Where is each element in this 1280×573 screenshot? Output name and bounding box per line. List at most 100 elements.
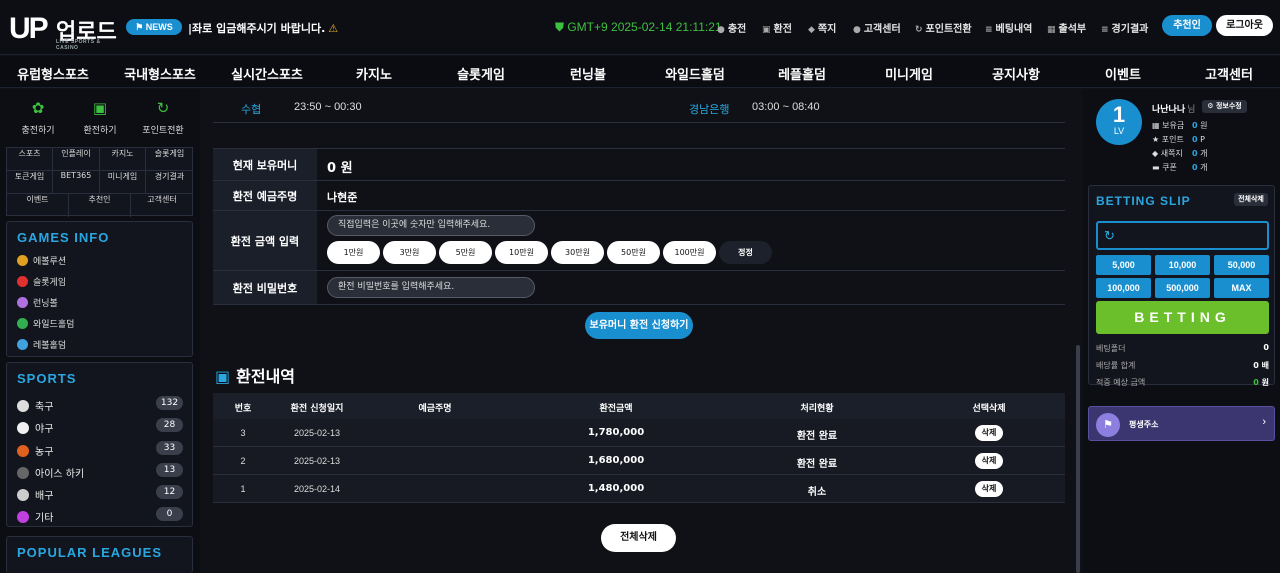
quick-deposit[interactable]: ✿ 충전하기 — [8, 99, 68, 136]
stat-coupon[interactable]: ▬ 쿠폰 0 개 — [1152, 162, 1208, 173]
password-input[interactable]: 환전 비밀번호를 입력해주세요. — [327, 277, 535, 298]
recommend-button[interactable]: 추천인 — [1162, 15, 1212, 36]
sport-baseball[interactable]: 야구 28 — [17, 418, 183, 435]
depositor-label: 환전 예금주명 — [213, 181, 317, 210]
top-menu-support[interactable]: ● 고객센터 — [853, 20, 901, 35]
chip-10000[interactable]: 10,000 — [1155, 255, 1210, 275]
bank-time-1: 23:50 ~ 00:30 — [294, 101, 362, 113]
sport-basketball[interactable]: 농구 33 — [17, 441, 183, 458]
apply-withdraw-button[interactable]: 보유머니 환전 신청하기 — [585, 312, 693, 339]
chip-100000[interactable]: 100,000 — [1096, 278, 1151, 298]
sport-soccer[interactable]: 축구 132 — [17, 396, 183, 413]
password-label: 환전 비밀번호 — [213, 271, 317, 304]
quick-point[interactable]: ↻ 포인트전환 — [133, 99, 193, 136]
deposit-icon: ● — [717, 25, 725, 35]
chip-5000[interactable]: 5,000 — [1096, 255, 1151, 275]
slip-line-value: 0 — [1253, 378, 1259, 387]
edit-info-button[interactable]: ⚙ 정보수정 — [1202, 100, 1247, 113]
grid-inplay[interactable]: 인플레이 — [53, 148, 100, 171]
top-menu-attendance[interactable]: ▦ 출석부 — [1047, 20, 1086, 35]
nav-reffle-holdem[interactable]: 레플홀덤 — [778, 64, 826, 83]
etc-icon — [17, 511, 29, 523]
row-delete-button[interactable]: 삭제 — [975, 453, 1003, 469]
amount-reset-button[interactable]: 정정 — [719, 241, 772, 264]
game-wild-holdem[interactable]: 와일드홀덤 — [17, 317, 74, 330]
grid-support[interactable]: 고객센터 — [131, 194, 193, 217]
news-badge: ⚑ NEWS — [126, 19, 182, 35]
grid-mini[interactable]: 미니게임 — [100, 171, 146, 194]
grid-bet365[interactable]: BET365 — [53, 171, 100, 194]
game-evolution[interactable]: 에볼루션 — [17, 254, 66, 267]
permanent-address-banner[interactable]: ⚑ 평생주소 › — [1088, 406, 1275, 441]
row-status: 환전 완료 — [796, 459, 838, 470]
nav-support[interactable]: 고객센터 — [1205, 64, 1253, 83]
grid-slot[interactable]: 슬롯게임 — [146, 148, 193, 171]
amount-30k[interactable]: 3만원 — [383, 241, 436, 264]
nav-casino[interactable]: 카지노 — [356, 64, 392, 83]
chip-max[interactable]: MAX — [1214, 278, 1269, 298]
grid-casino[interactable]: 카지노 — [100, 148, 146, 171]
refresh-icon[interactable]: ↻ — [1104, 228, 1115, 244]
row-delete-button[interactable]: 삭제 — [975, 481, 1003, 497]
support-icon: ● — [853, 25, 861, 35]
game-label: 레볼홀덤 — [33, 341, 67, 351]
betting-button[interactable]: BETTING — [1096, 301, 1269, 334]
nav-running-ball[interactable]: 런닝볼 — [570, 64, 606, 83]
amount-100k[interactable]: 10만원 — [495, 241, 548, 264]
game-label: 와일드홀덤 — [33, 320, 75, 330]
amount-10k[interactable]: 1만원 — [327, 241, 380, 264]
sport-label: 농구 — [35, 447, 54, 458]
top-menu-label: 환전 — [773, 24, 792, 35]
stat-point: ★ 포인트 0 P — [1152, 134, 1205, 145]
main-scrollbar[interactable] — [1076, 345, 1080, 573]
chip-50000[interactable]: 50,000 — [1214, 255, 1269, 275]
table-row: 3 2025-02-13 1,780,000 환전 완료 삭제 — [213, 419, 1065, 447]
nav-euro-sports[interactable]: 유럽형스포츠 — [17, 64, 89, 83]
news-ticker: |좌로 입금해주시기 바랍니다. ⚠ — [188, 20, 338, 36]
logout-button[interactable]: 로그아웃 — [1216, 15, 1273, 36]
chip-500000[interactable]: 500,000 — [1155, 278, 1210, 298]
nav-notice[interactable]: 공지사항 — [992, 64, 1040, 83]
top-menu-deposit[interactable]: ● 충전 — [717, 20, 746, 35]
level-lv: LV — [1113, 126, 1125, 136]
sport-etc[interactable]: 기타 0 — [17, 507, 183, 524]
grid-results[interactable]: 경기결과 — [146, 171, 193, 194]
top-menu-bet-history[interactable]: ≡ 베팅내역 — [985, 20, 1032, 35]
sport-count: 0 — [156, 507, 183, 521]
amount-300k[interactable]: 30만원 — [551, 241, 604, 264]
quick-withdraw[interactable]: ▣ 환전하기 — [70, 99, 130, 136]
amount-input[interactable]: 직접입력은 이곳에 숫자만 입력해주세요. — [327, 215, 535, 236]
top-menu-results[interactable]: ≡ 경기결과 — [1101, 20, 1148, 35]
site-logo[interactable]: UP 업로드 LIVE SPORTS & CASINO — [9, 8, 119, 51]
amount-1m[interactable]: 100만원 — [663, 241, 716, 264]
grid-event[interactable]: 이벤트 — [7, 194, 69, 217]
sport-volleyball[interactable]: 배구 12 — [17, 485, 183, 502]
amount-50k[interactable]: 5만원 — [439, 241, 492, 264]
grid-token[interactable]: 토큰게임 — [7, 171, 53, 194]
stat-value: 0 — [1192, 135, 1198, 144]
sport-label: 아이스 하키 — [35, 469, 85, 480]
sport-ice-hockey[interactable]: 아이스 하키 13 — [17, 463, 183, 480]
row-delete-button[interactable]: 삭제 — [975, 425, 1003, 441]
top-menu-withdraw[interactable]: ▣ 환전 — [762, 20, 792, 35]
bet-amount-input[interactable]: ↻ — [1096, 221, 1269, 250]
top-menu-message[interactable]: ◆ 쪽지 — [808, 20, 836, 35]
nav-slot[interactable]: 슬롯게임 — [457, 64, 505, 83]
nav-event[interactable]: 이벤트 — [1105, 64, 1141, 83]
nav-mini-game[interactable]: 미니게임 — [885, 64, 933, 83]
game-revol-holdem[interactable]: 레볼홀덤 — [17, 338, 66, 351]
grid-sports[interactable]: 스포츠 — [7, 148, 53, 171]
game-slot[interactable]: 슬롯게임 — [17, 275, 66, 288]
games-info-panel: GAMES INFO 에볼루션 슬롯게임 런닝볼 와일드홀덤 레볼홀덤 — [6, 221, 193, 357]
slip-clear-button[interactable]: 전체삭제 — [1234, 193, 1268, 206]
nav-wild-holdem[interactable]: 와일드홀덤 — [665, 64, 725, 83]
grid-recommend[interactable]: 추천인 — [69, 194, 131, 217]
amount-500k[interactable]: 50만원 — [607, 241, 660, 264]
nav-domestic-sports[interactable]: 국내형스포츠 — [124, 64, 196, 83]
stat-messages[interactable]: ◆ 새쪽지 0 개 — [1152, 148, 1208, 159]
nav-live-sports[interactable]: 실시간스포츠 — [231, 64, 303, 83]
game-label: 런닝볼 — [33, 299, 58, 309]
delete-all-button[interactable]: 전체삭제 — [601, 524, 676, 552]
top-menu-point[interactable]: ↻ 포인트전환 — [915, 20, 972, 35]
game-running-ball[interactable]: 런닝볼 — [17, 296, 58, 309]
